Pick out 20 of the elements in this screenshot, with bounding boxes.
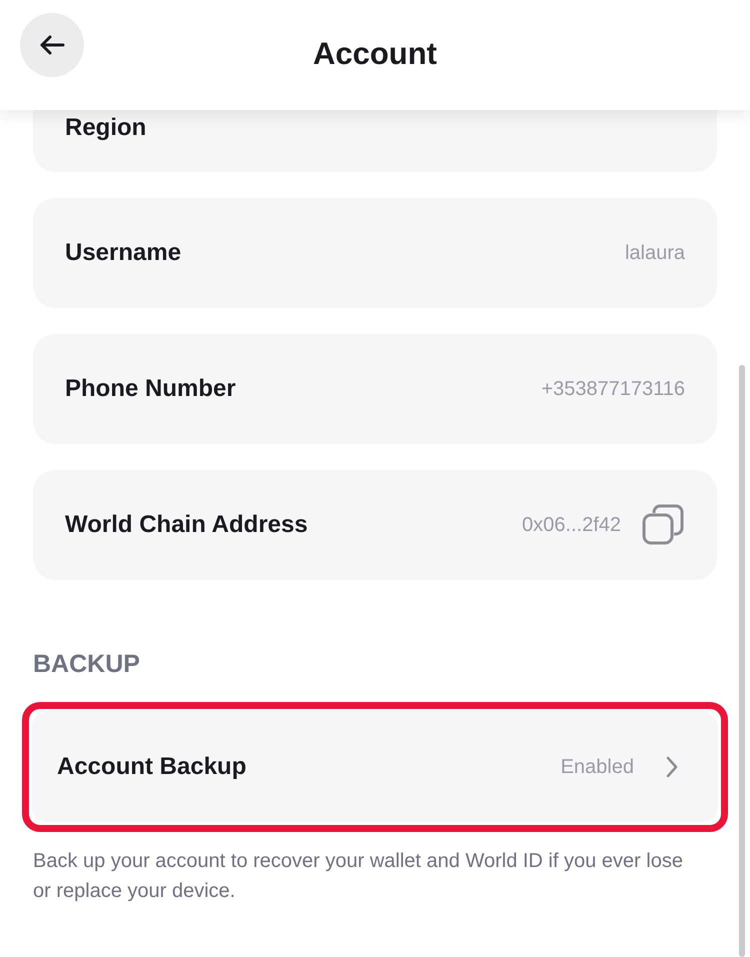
backup-description: Back up your account to recover your wallet and World ID if you ever lose or replace your device. (33, 848, 684, 904)
copy-icon[interactable] (641, 503, 685, 547)
setting-label: World Chain Address (65, 510, 308, 540)
setting-value: Enabled (560, 754, 634, 780)
setting-label: Region (65, 113, 146, 143)
page-title: Account (313, 34, 437, 73)
setting-card[interactable]: Account Backup Enabled (32, 712, 718, 822)
setting-value: lalaura (624, 241, 685, 266)
chevron-right-icon (666, 756, 678, 778)
setting-value: +353877173116 (541, 377, 685, 402)
setting-card[interactable]: World Chain Address 0x06...2f42 (33, 470, 717, 580)
setting-card[interactable]: Phone Number +353877173116 (33, 334, 717, 444)
back-arrow-icon (39, 34, 65, 56)
setting-value: 0x06...2f42 (522, 513, 621, 538)
setting-card[interactable]: Region (33, 110, 717, 172)
setting-card[interactable]: Username lalaura (33, 198, 717, 308)
setting-label: Phone Number (65, 374, 236, 404)
section-heading: BACKUP (33, 649, 141, 680)
setting-label: Username (65, 238, 182, 268)
setting-label: Account Backup (57, 752, 246, 782)
